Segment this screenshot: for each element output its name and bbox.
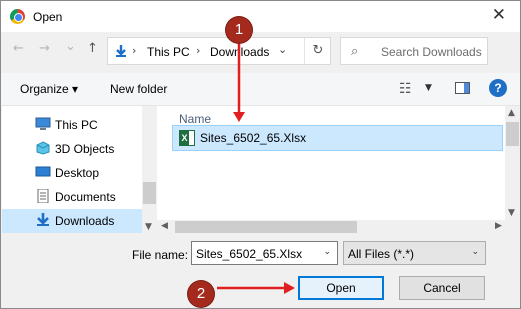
file-row[interactable]: Sites_6502_65.Xlsx bbox=[172, 125, 503, 151]
command-bar: Organize ▾ New folder ☷ ▼ ? bbox=[1, 73, 520, 105]
horizontal-scrollbar[interactable]: ◀ ▶ bbox=[157, 220, 520, 234]
scrollbar-thumb[interactable] bbox=[506, 122, 519, 146]
search-placeholder: Search Downloads bbox=[381, 45, 482, 59]
scrollbar-thumb[interactable] bbox=[175, 221, 357, 233]
step-1-badge: 1 bbox=[226, 17, 252, 43]
sidebar-item-label: Documents bbox=[55, 190, 116, 204]
content-area: This PC 3D Objects Desktop Documents Dow… bbox=[2, 105, 520, 234]
document-icon bbox=[37, 189, 49, 203]
breadcrumb-downloads[interactable]: Downloads bbox=[210, 45, 269, 59]
sidebar-item-label: Desktop bbox=[55, 166, 100, 180]
file-type-value: All Files (*.*) bbox=[348, 247, 415, 261]
address-bar[interactable]: › This PC › Downloads ⌄ ↻ bbox=[107, 37, 331, 65]
sidebar-item-downloads[interactable]: Downloads bbox=[2, 209, 142, 233]
file-type-select[interactable]: All Files (*.*) ⌄ bbox=[343, 241, 486, 265]
search-icon: ⌕ bbox=[351, 44, 359, 59]
chrome-icon bbox=[10, 9, 25, 24]
step-2-badge: 2 bbox=[188, 281, 214, 307]
sidebar-item-label: Downloads bbox=[55, 214, 115, 228]
sidebar-item-label: 3D Objects bbox=[55, 142, 115, 156]
sidebar-item-documents[interactable]: Documents bbox=[2, 185, 142, 209]
new-folder-button[interactable]: New folder bbox=[110, 82, 167, 96]
column-header-name[interactable]: Name bbox=[179, 112, 211, 126]
scroll-right-icon[interactable]: ▶ bbox=[495, 221, 502, 231]
view-dropdown-icon[interactable]: ▼ bbox=[425, 83, 432, 93]
scroll-down-icon[interactable]: ▼ bbox=[145, 222, 152, 232]
organize-button[interactable]: Organize ▾ bbox=[20, 82, 78, 96]
excel-file-icon bbox=[179, 130, 195, 146]
breadcrumb-this-pc[interactable]: This PC bbox=[147, 45, 190, 59]
cancel-button[interactable]: Cancel bbox=[399, 276, 485, 300]
close-icon[interactable]: ✕ bbox=[492, 5, 506, 25]
file-name-label: File name: bbox=[132, 248, 189, 262]
preview-pane-icon[interactable] bbox=[455, 82, 470, 94]
downloads-folder-icon bbox=[116, 45, 126, 57]
scroll-left-icon[interactable]: ◀ bbox=[161, 221, 168, 231]
sidebar-item-desktop[interactable]: Desktop bbox=[2, 161, 142, 185]
cube-icon bbox=[36, 141, 50, 155]
sidebar-item-label: This PC bbox=[55, 118, 98, 132]
file-list: Name Sites_6502_65.Xlsx ▲ ▼ ◀ ▶ bbox=[157, 106, 520, 234]
back-arrow-icon[interactable]: ← bbox=[13, 41, 24, 56]
title-bar: Open ✕ bbox=[1, 1, 520, 32]
view-options-icon[interactable]: ☷ bbox=[399, 81, 412, 97]
search-input[interactable]: ⌕ Search Downloads bbox=[340, 37, 488, 65]
chevron-down-icon[interactable]: ⌄ bbox=[323, 247, 331, 257]
download-icon bbox=[37, 213, 49, 226]
scroll-up-icon[interactable]: ▲ bbox=[508, 108, 515, 118]
breadcrumb-separator: › bbox=[196, 44, 201, 57]
scroll-down-icon[interactable]: ▼ bbox=[508, 208, 515, 218]
open-dialog: Open ✕ ← → ⌄ ↑ › This PC › Downloads ⌄ ↻… bbox=[0, 0, 521, 309]
open-button[interactable]: Open bbox=[298, 276, 384, 300]
file-name-value: Sites_6502_65.Xlsx bbox=[196, 247, 303, 261]
file-name: Sites_6502_65.Xlsx bbox=[200, 131, 307, 145]
desktop-icon bbox=[35, 166, 51, 177]
forward-arrow-icon[interactable]: → bbox=[39, 41, 50, 56]
vertical-scrollbar[interactable]: ▲ ▼ bbox=[505, 106, 520, 220]
chevron-down-icon[interactable]: ⌄ bbox=[278, 43, 287, 56]
sidebar-item-this-pc[interactable]: This PC bbox=[2, 113, 142, 137]
up-arrow-icon[interactable]: ↑ bbox=[87, 41, 98, 56]
scrollbar-thumb[interactable] bbox=[143, 182, 156, 204]
refresh-icon[interactable]: ↻ bbox=[304, 38, 331, 64]
recent-locations-icon[interactable]: ⌄ bbox=[65, 39, 76, 54]
sidebar-item-3d-objects[interactable]: 3D Objects bbox=[2, 137, 142, 161]
file-name-field[interactable]: Sites_6502_65.Xlsx ⌄ bbox=[191, 241, 338, 265]
window-title: Open bbox=[33, 10, 63, 24]
sidebar-scrollbar[interactable]: ▼ bbox=[142, 106, 157, 234]
computer-icon bbox=[35, 117, 51, 130]
navigation-pane: This PC 3D Objects Desktop Documents Dow… bbox=[2, 106, 157, 234]
breadcrumb-separator: › bbox=[132, 44, 137, 57]
chevron-down-icon[interactable]: ⌄ bbox=[471, 247, 479, 257]
help-icon[interactable]: ? bbox=[489, 79, 507, 97]
